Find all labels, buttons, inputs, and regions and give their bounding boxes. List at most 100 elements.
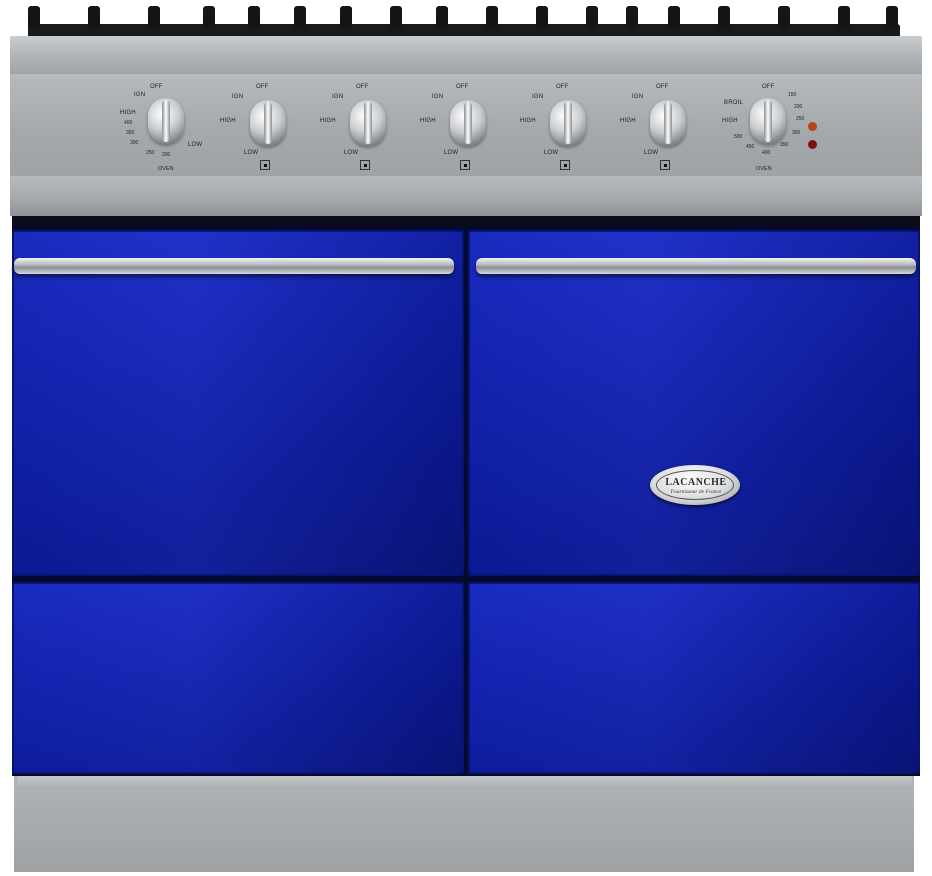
- oven-scale-value: 400: [124, 120, 133, 126]
- knob-ign-label: IGN: [332, 94, 344, 100]
- grate-prong: [718, 6, 730, 28]
- grate-prong: [340, 6, 352, 28]
- brand-badge: LACANCHE Fournisseur de France: [650, 465, 740, 505]
- grate-prong: [148, 6, 160, 28]
- knob-off-label: OFF: [556, 84, 569, 90]
- burner-knob-4[interactable]: [550, 100, 586, 146]
- grate-prong: [203, 6, 215, 28]
- oven-label: OVEN: [158, 166, 174, 172]
- power-lamp-icon: [808, 122, 817, 131]
- burner-knob-2[interactable]: [350, 100, 386, 146]
- grate-prong: [436, 6, 448, 28]
- knob-off-label: OFF: [762, 84, 775, 90]
- knob-off-label: OFF: [256, 84, 269, 90]
- knob-ign-label: IGN: [134, 92, 146, 98]
- burner-knob-group-5: OFF IGN HIGH LOW: [620, 80, 710, 176]
- knob-ign-label: IGN: [532, 94, 544, 100]
- grate-prong: [838, 6, 850, 28]
- control-panel-lip: [10, 176, 922, 216]
- burner-position-indicator-icon: [660, 160, 670, 170]
- oven-label: OVEN: [756, 166, 772, 172]
- burner-knob-group-3: OFF IGN HIGH LOW: [420, 80, 510, 176]
- knob-off-label: OFF: [150, 84, 163, 90]
- grate-prong: [248, 6, 260, 28]
- oven-scale-value: 200: [162, 152, 171, 158]
- oven-scale-value: 250: [796, 116, 805, 122]
- knob-low-label: LOW: [344, 150, 359, 156]
- burner-knob-3[interactable]: [450, 100, 486, 146]
- burner-position-indicator-icon: [460, 160, 470, 170]
- knob-low-label: LOW: [188, 142, 203, 148]
- left-oven-knob[interactable]: [148, 98, 184, 144]
- grate-prong: [668, 6, 680, 28]
- knob-broil-label: BROIL: [724, 100, 744, 106]
- knob-grip: [564, 102, 572, 144]
- oven-scale-value: 400: [762, 150, 771, 156]
- grate-prong: [390, 6, 402, 28]
- door-sheen: [470, 584, 918, 772]
- burner-knob-group-4: OFF IGN HIGH LOW: [520, 80, 610, 176]
- oven-scale-value: 350: [126, 130, 135, 136]
- burner-position-indicator-icon: [260, 160, 270, 170]
- knob-low-label: LOW: [444, 150, 459, 156]
- grate-prong: [536, 6, 548, 28]
- left-storage-drawer[interactable]: [12, 582, 464, 774]
- grate-prong: [886, 6, 898, 28]
- burner-knob-group-1: OFF IGN HIGH LOW: [220, 80, 310, 176]
- grate-prong: [28, 6, 40, 28]
- door-sheen: [14, 584, 462, 772]
- right-oven-knob[interactable]: [750, 98, 786, 144]
- cooktop-grates: [28, 6, 900, 38]
- knob-off-label: OFF: [656, 84, 669, 90]
- burner-knob-group-2: OFF IGN HIGH LOW: [320, 80, 410, 176]
- knob-low-label: LOW: [544, 150, 559, 156]
- knob-grip: [664, 102, 672, 144]
- panel-shadow: [12, 216, 920, 226]
- grate-prong: [486, 6, 498, 28]
- oven-lamp-icon: [808, 140, 817, 149]
- knob-high-label: HIGH: [722, 118, 738, 124]
- knob-low-label: LOW: [644, 150, 659, 156]
- knob-ign-label: IGN: [232, 94, 244, 100]
- right-storage-drawer[interactable]: [468, 582, 920, 774]
- knob-off-label: OFF: [456, 84, 469, 90]
- oven-scale-value: 300: [130, 140, 139, 146]
- oven-scale-value: 500: [734, 134, 743, 140]
- oven-scale-value: 200: [794, 104, 803, 110]
- knob-grip: [764, 100, 772, 142]
- knob-grip: [264, 102, 272, 144]
- knob-grip: [364, 102, 372, 144]
- knob-ign-label: IGN: [432, 94, 444, 100]
- oven-scale-value: 150: [788, 92, 797, 98]
- grate-prong: [778, 6, 790, 28]
- knob-off-label: OFF: [356, 84, 369, 90]
- grate-prong: [626, 6, 638, 28]
- knob-grip: [162, 100, 170, 142]
- right-oven-knob-group: OFF BROIL HIGH 150 200 250 300 350 400 4…: [718, 80, 818, 176]
- cooktop-rim: [10, 36, 922, 76]
- oven-scale-value: 250: [146, 150, 155, 156]
- knob-ign-label: IGN: [632, 94, 644, 100]
- grate-prong: [294, 6, 306, 28]
- burner-knob-1[interactable]: [250, 100, 286, 146]
- knob-high-label: HIGH: [520, 118, 536, 124]
- left-oven-knob-group: OFF IGN HIGH 400 350 300 250 200 LOW OVE…: [120, 80, 210, 176]
- badge-brand-text: LACANCHE: [665, 477, 727, 488]
- badge-tagline: Fournisseur de France: [670, 489, 722, 495]
- badge-frame: LACANCHE Fournisseur de France: [656, 470, 734, 500]
- knob-high-label: HIGH: [420, 118, 436, 124]
- knob-grip: [464, 102, 472, 144]
- left-oven-door[interactable]: [12, 230, 464, 576]
- oven-scale-value: 300: [792, 130, 801, 136]
- knob-high-label: HIGH: [320, 118, 336, 124]
- burner-knob-5[interactable]: [650, 100, 686, 146]
- grate-prong: [586, 6, 598, 28]
- plinth-edge: [18, 776, 912, 790]
- plinth: [14, 776, 914, 872]
- left-door-handle[interactable]: [14, 258, 454, 274]
- knob-low-label: LOW: [244, 150, 259, 156]
- grate-prong: [88, 6, 100, 28]
- right-door-handle[interactable]: [476, 258, 916, 274]
- right-oven-door[interactable]: [468, 230, 920, 576]
- oven-scale-value: 450: [746, 144, 755, 150]
